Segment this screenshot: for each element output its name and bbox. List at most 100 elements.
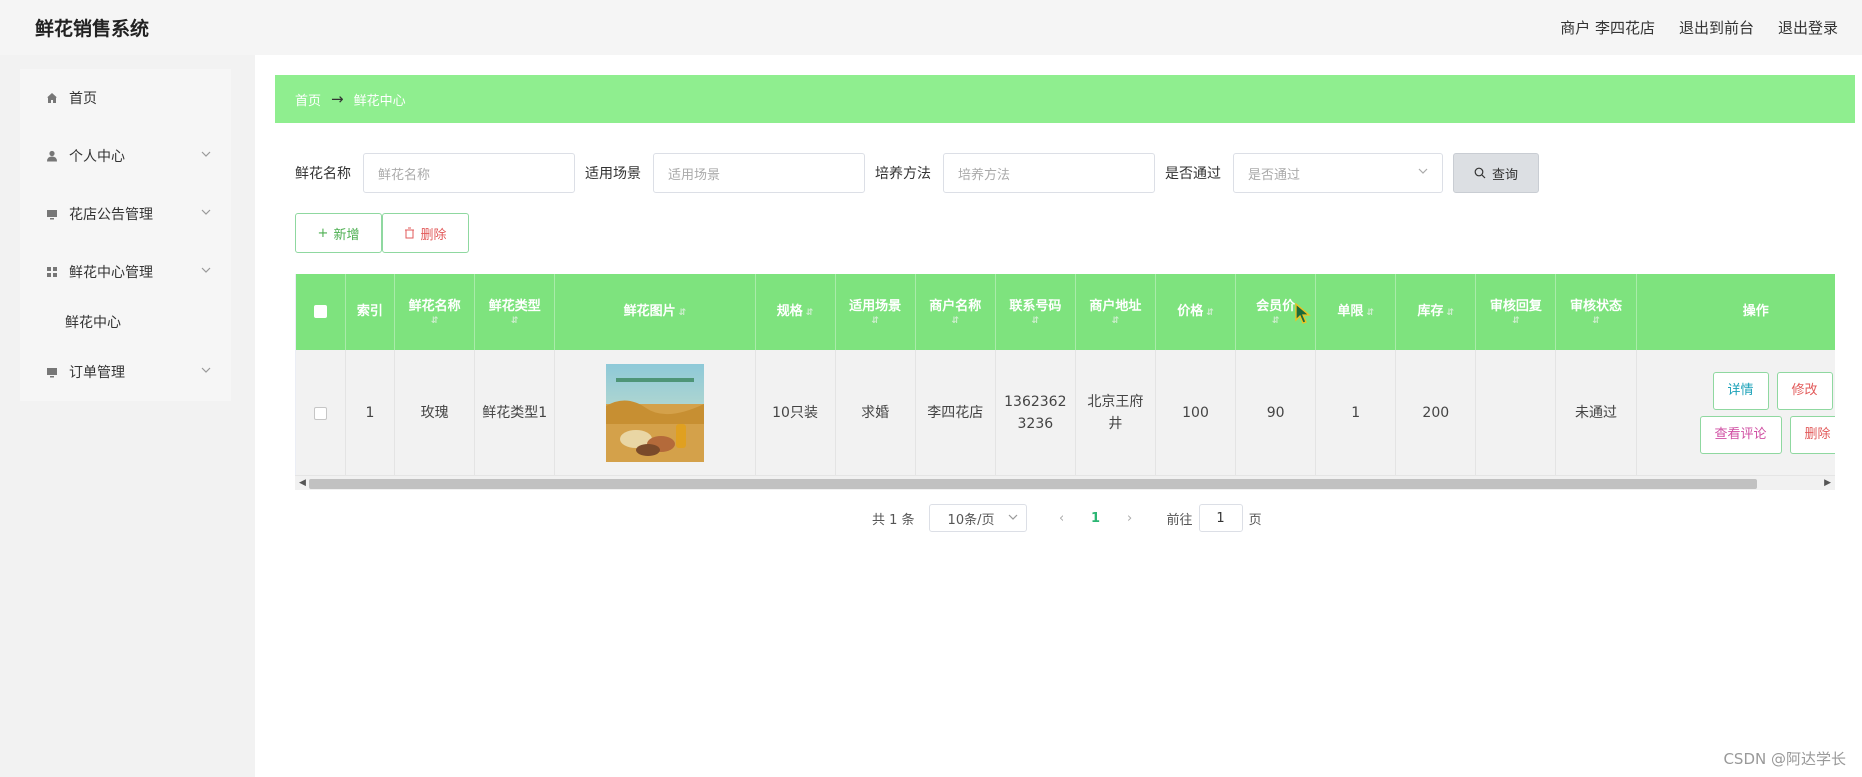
goto-page-input[interactable] — [1198, 504, 1243, 532]
col-header[interactable]: 规格 ⇵ — [755, 274, 836, 350]
page-unit-label: 页 — [1248, 512, 1262, 528]
col-header[interactable]: 商户地址 ⇵ — [1075, 274, 1156, 350]
monitor-icon — [45, 365, 59, 379]
detail-button[interactable]: 详情 — [1712, 372, 1769, 410]
col-header[interactable]: 单限 ⇵ — [1315, 274, 1397, 350]
sidebar-item-profile[interactable]: 个人中心 — [20, 127, 231, 185]
search-bar: 鲜花名称 鲜花名称 适用场景 适用场景 培养方法 培养方法 是否通过 是否通过 … — [295, 153, 1539, 193]
sort-icon[interactable]: ⇵ — [1560, 316, 1631, 326]
sort-icon[interactable]: ⇵ — [1080, 316, 1151, 326]
chevron-down-icon — [1418, 168, 1428, 174]
sort-icon[interactable]: ⇵ — [1480, 316, 1551, 326]
sidebar-menu: 首页 个人中心 花店公告管理 鲜花中心管理 鲜花中心 订单管理 — [20, 69, 231, 401]
query-button-label: 查询 — [1491, 167, 1518, 183]
scene-input[interactable]: 适用场景 — [653, 153, 865, 193]
col-header[interactable]: 库存 ⇵ — [1395, 274, 1477, 350]
sidebar-item-home[interactable]: 首页 — [20, 69, 231, 127]
table-horizontal-scrollbar[interactable]: ◀ ▶ — [295, 475, 1835, 490]
cell-spec: 10只装 — [755, 350, 836, 476]
sort-icon[interactable]: ⇵ — [840, 316, 911, 326]
flower-image[interactable] — [605, 364, 704, 462]
col-header[interactable]: 价格 ⇵ — [1155, 274, 1237, 350]
cell-image — [554, 350, 756, 476]
action-bar: + 新增 删除 — [295, 213, 469, 253]
breadcrumb: 首页 → 鲜花中心 — [275, 75, 1855, 123]
col-header[interactable]: 审核状态 ⇵ — [1555, 274, 1637, 350]
cell-status: 未通过 — [1555, 350, 1637, 476]
add-button[interactable]: + 新增 — [295, 213, 382, 253]
breadcrumb-arrow-icon: → — [331, 90, 344, 108]
select-all-checkbox[interactable] — [313, 305, 327, 318]
chevron-down-icon — [201, 151, 211, 157]
sort-icon[interactable]: ⇵ — [479, 316, 550, 326]
cell-ops: 详情 修改 查看评论 删除 — [1636, 350, 1835, 476]
cell-index: 1 — [345, 350, 396, 476]
row-delete-button[interactable]: 删除 — [1789, 416, 1835, 454]
query-button[interactable]: 查询 — [1453, 153, 1539, 193]
chevron-down-icon — [201, 209, 211, 215]
back-to-front-link[interactable]: 退出到前台 — [1679, 17, 1754, 38]
scroll-right-arrow-icon[interactable]: ▶ — [1824, 478, 1831, 488]
plus-icon: + — [317, 225, 329, 241]
col-header[interactable]: 联系号码 ⇵ — [995, 274, 1076, 350]
sidebar-item-notice[interactable]: 花店公告管理 — [20, 185, 231, 243]
prev-page-icon[interactable]: ‹ — [1047, 511, 1077, 526]
row-checkbox[interactable] — [313, 406, 327, 420]
sort-icon[interactable]: ⇵ — [1206, 308, 1214, 318]
home-icon — [45, 91, 59, 105]
scrollbar-thumb[interactable] — [309, 479, 1757, 489]
page-size-value: 10条/页 — [947, 512, 995, 528]
col-header[interactable]: 审核回复 ⇵ — [1475, 274, 1557, 350]
sort-icon[interactable]: ⇵ — [399, 316, 470, 326]
cell-type: 鲜花类型1 — [474, 350, 556, 476]
pagination-total: 共 1 条 — [872, 512, 915, 528]
sort-icon[interactable]: ⇵ — [1447, 308, 1455, 318]
merchant-name[interactable]: 商户 李四花店 — [1560, 17, 1655, 38]
scene-label: 适用场景 — [585, 166, 641, 182]
row-select-cell[interactable] — [296, 350, 346, 476]
flower-name-input[interactable]: 鲜花名称 — [363, 153, 575, 193]
chevron-down-icon — [201, 267, 211, 273]
sidebar-item-label: 花店公告管理 — [69, 207, 153, 223]
cell-address: 北京王府井 — [1075, 350, 1156, 476]
batch-delete-button[interactable]: 删除 — [382, 213, 469, 253]
chevron-down-icon — [1008, 514, 1017, 520]
view-reviews-button[interactable]: 查看评论 — [1699, 416, 1782, 454]
edit-button[interactable]: 修改 — [1776, 372, 1833, 410]
sort-icon[interactable]: ⇵ — [1366, 308, 1374, 318]
col-header[interactable]: 鲜花名称 ⇵ — [394, 274, 476, 350]
col-header[interactable]: 商户名称 ⇵ — [915, 274, 996, 350]
top-header: 鲜花销售系统 商户 李四花店 退出到前台 退出登录 — [0, 0, 1862, 55]
sort-icon[interactable]: ⇵ — [920, 316, 991, 326]
main-content: 首页 → 鲜花中心 鲜花名称 鲜花名称 适用场景 适用场景 培养方法 培养方法 … — [255, 55, 1862, 777]
sidebar-item-orders[interactable]: 订单管理 — [20, 343, 231, 401]
sort-icon[interactable]: ⇵ — [679, 308, 687, 318]
cell-reply — [1475, 350, 1557, 476]
page-size-select[interactable]: 10条/页 — [928, 504, 1027, 532]
page-number[interactable]: 1 — [1077, 511, 1115, 526]
breadcrumb-home[interactable]: 首页 — [295, 90, 321, 109]
next-page-icon[interactable]: › — [1115, 511, 1145, 526]
sidebar-subitem-flower-center[interactable]: 鲜花中心 — [20, 301, 231, 343]
cell-price: 100 — [1155, 350, 1237, 476]
mouse-cursor-icon — [1295, 303, 1311, 324]
delete-button-label: 删除 — [420, 227, 447, 243]
sort-icon[interactable]: ⇵ — [1000, 316, 1071, 326]
table-header-row: 索引 鲜花名称 ⇵ 鲜花类型 ⇵ 鲜花图片 ⇵ 规格 ⇵ 适用场景 ⇵ 商户名称 ⇵ 联系号… — [296, 274, 1835, 350]
data-table: 索引 鲜花名称 ⇵ 鲜花类型 ⇵ 鲜花图片 ⇵ 规格 ⇵ 适用场景 ⇵ 商户名称 ⇵ 联系号… — [295, 274, 1835, 490]
scroll-left-arrow-icon[interactable]: ◀ — [299, 478, 306, 488]
sort-icon[interactable]: ⇵ — [806, 308, 814, 318]
col-header[interactable]: 鲜花图片 ⇵ — [554, 274, 756, 350]
sidebar-item-label: 个人中心 — [69, 149, 125, 165]
watermark: CSDN @阿达学长 — [1723, 750, 1846, 768]
col-header[interactable]: 鲜花类型 ⇵ — [474, 274, 556, 350]
sidebar-item-label: 鲜花中心管理 — [69, 265, 153, 281]
sidebar-item-label: 订单管理 — [69, 365, 125, 381]
logout-link[interactable]: 退出登录 — [1778, 17, 1838, 38]
sidebar-item-flower-center-mgmt[interactable]: 鲜花中心管理 — [20, 243, 231, 301]
pass-select[interactable]: 是否通过 — [1233, 153, 1443, 193]
select-all-cell[interactable] — [296, 274, 346, 350]
method-input[interactable]: 培养方法 — [943, 153, 1155, 193]
col-header[interactable]: 适用场景 ⇵ — [835, 274, 916, 350]
sidebar-item-label: 首页 — [69, 91, 97, 107]
